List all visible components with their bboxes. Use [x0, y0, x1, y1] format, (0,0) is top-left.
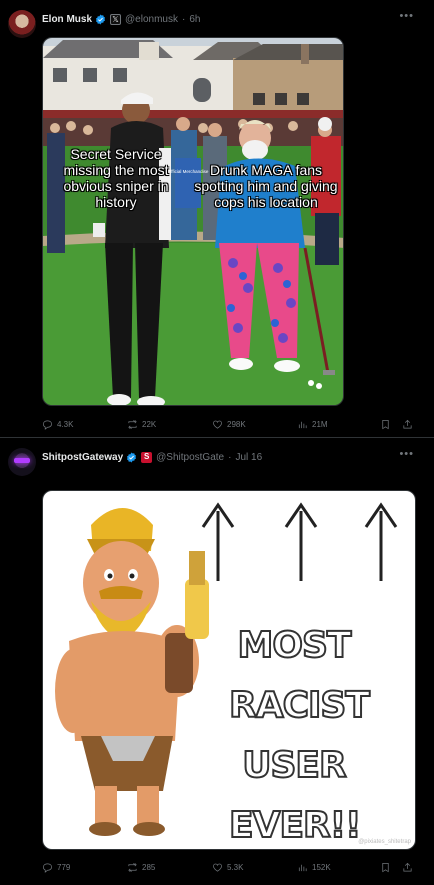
- watermark: @pixiates_shitetrap: [358, 839, 411, 845]
- repost-icon: [128, 419, 137, 429]
- reply-count: 4.3K: [57, 419, 74, 429]
- reply-count: 779: [57, 862, 71, 872]
- repost-icon: [128, 862, 137, 872]
- meme-line: EVER!!: [228, 804, 363, 847]
- post-time[interactable]: 6h: [189, 14, 200, 25]
- author-name[interactable]: Elon Musk: [42, 14, 92, 25]
- author-name[interactable]: ShitpostGateway: [42, 452, 123, 463]
- like-button[interactable]: 5.3K: [212, 862, 243, 873]
- repost-button[interactable]: 22K: [127, 419, 156, 430]
- repost-count: 285: [142, 862, 156, 872]
- meme-caption-left: Secret Service missing the most obvious …: [63, 146, 169, 210]
- reply-button[interactable]: 4.3K: [42, 419, 73, 430]
- like-icon: [213, 420, 222, 429]
- verified-badge-icon: [95, 13, 106, 25]
- share-icon: [403, 862, 412, 872]
- action-bar: 4.3K 22K 298K 21M: [42, 417, 414, 431]
- avatar[interactable]: [8, 448, 36, 476]
- post[interactable]: ShitpostGateway S @ShitpostGate · Jul 16…: [0, 438, 434, 885]
- views-button[interactable]: 152K: [297, 862, 331, 873]
- author-handle[interactable]: @elonmusk: [125, 14, 178, 25]
- share-icon: [403, 419, 412, 429]
- reply-button[interactable]: 779: [42, 862, 70, 873]
- affiliation-badge[interactable]: S: [141, 451, 153, 463]
- post-image[interactable]: MOST RACIST USER EVER!! @pixiates_shitet…: [42, 490, 416, 850]
- post-header: Elon Musk 𝕏 @elonmusk · 6h: [42, 11, 200, 27]
- share-button[interactable]: [402, 862, 413, 873]
- meme-caption-right: Drunk MAGA fans spotting him and giving …: [194, 162, 338, 210]
- author-handle[interactable]: @ShitpostGate: [156, 452, 224, 463]
- dot-separator: ·: [228, 451, 232, 463]
- bookmark-icon: [382, 419, 389, 429]
- like-count: 5.3K: [227, 862, 244, 872]
- meme-text-block: MOST RACIST USER EVER!!: [228, 616, 371, 849]
- views-count: 21M: [312, 419, 328, 429]
- bookmark-button[interactable]: [380, 419, 391, 430]
- avatar[interactable]: [8, 10, 36, 38]
- repost-count: 22K: [142, 419, 157, 429]
- action-bar: 779 285 5.3K 152K: [42, 860, 414, 874]
- post-image[interactable]: Official Merchandise Secret Service miss…: [42, 37, 344, 406]
- reply-icon: [43, 862, 52, 873]
- bookmark-button[interactable]: [380, 862, 391, 873]
- golf-meme-image: Official Merchandise: [43, 38, 343, 405]
- share-button[interactable]: [402, 419, 413, 430]
- meme-line: USER: [241, 744, 347, 787]
- like-icon: [213, 863, 222, 872]
- verified-badge-icon: [127, 451, 137, 463]
- more-icon[interactable]: •••: [399, 10, 414, 22]
- reply-icon: [43, 419, 52, 430]
- views-icon: [298, 864, 307, 871]
- views-button[interactable]: 21M: [297, 419, 328, 430]
- meme-line: RACIST: [228, 684, 371, 727]
- meme-line: MOST: [237, 624, 353, 667]
- repost-button[interactable]: 285: [127, 862, 155, 873]
- views-icon: [298, 421, 307, 428]
- like-button[interactable]: 298K: [212, 419, 246, 430]
- views-count: 152K: [312, 862, 331, 872]
- post-time[interactable]: Jul 16: [235, 452, 262, 463]
- bookmark-icon: [382, 862, 389, 872]
- post[interactable]: Elon Musk 𝕏 @elonmusk · 6h ••• Official …: [0, 0, 434, 438]
- affiliation-badge[interactable]: 𝕏: [110, 13, 122, 25]
- like-count: 298K: [227, 419, 246, 429]
- more-icon[interactable]: •••: [399, 448, 414, 460]
- post-header: ShitpostGateway S @ShitpostGate · Jul 16: [42, 449, 262, 465]
- dot-separator: ·: [181, 13, 186, 25]
